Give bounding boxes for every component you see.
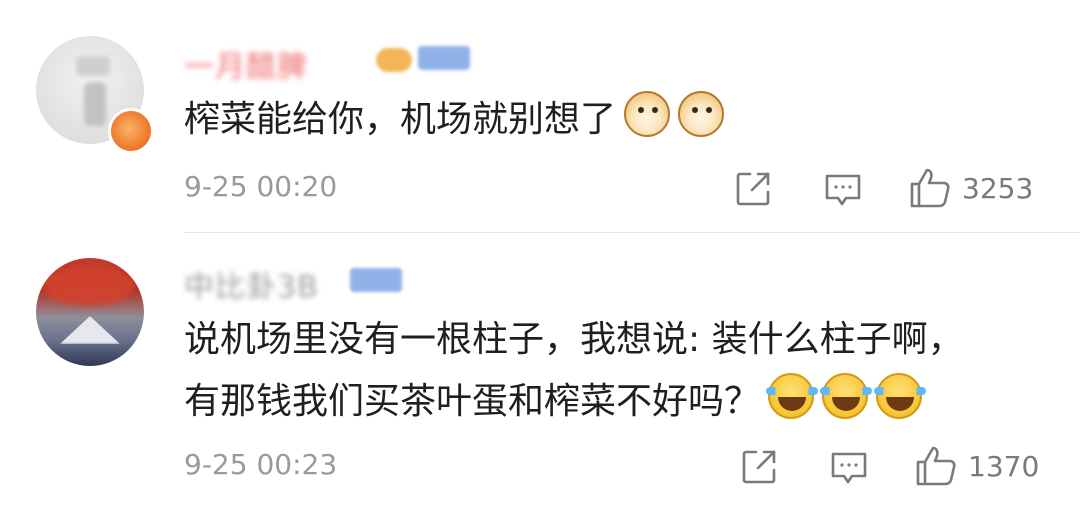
comment-text-content: 榨菜能给你，机场就别想了 [184, 99, 617, 140]
comment-text-line-1: 说机场里没有一根柱子，我想说: 装什么柱子啊， [184, 319, 964, 360]
doge-emoji-icon [624, 91, 671, 137]
comment-item-1: 一月醋脾 榨菜能给你，机场就别想了 9-25 00:20 3253 [0, 0, 1080, 232]
avatar[interactable] [36, 258, 144, 366]
like-count: 1370 [968, 449, 1040, 483]
timestamp: 9-25 00:23 [184, 448, 338, 481]
level-badge-icon [376, 48, 412, 72]
comment-button[interactable] [830, 450, 868, 486]
avatar-badge-icon [108, 108, 154, 154]
laugh-cry-emoji-icon [820, 373, 873, 419]
repost-icon [736, 172, 770, 206]
comment-text-line-2: 有那钱我们买茶叶蛋和榨菜不好吗？ [184, 381, 761, 422]
laugh-cry-emoji-icon [874, 373, 927, 419]
thumbs-up-icon [916, 446, 956, 486]
member-badge-icon [418, 46, 470, 70]
username[interactable]: 中比卦3B [184, 262, 319, 306]
comment-button[interactable] [824, 172, 862, 208]
like-button[interactable]: 3253 [908, 166, 1033, 210]
repost-icon [742, 450, 776, 484]
timestamp: 9-25 00:20 [184, 170, 338, 203]
like-button[interactable]: 1370 [914, 444, 1039, 488]
thumbs-up-icon [910, 168, 950, 208]
comment-item-2: 中比卦3B 说机场里没有一根柱子，我想说: 装什么柱子啊， 有那钱我们买茶叶蛋和… [0, 232, 1080, 510]
comment-icon [831, 452, 867, 484]
member-badge-icon [350, 268, 402, 292]
comment-text: 说机场里没有一根柱子，我想说: 装什么柱子啊， [184, 310, 964, 370]
doge-emoji-icon [678, 91, 725, 137]
comment-text: 有那钱我们买茶叶蛋和榨菜不好吗？ [184, 372, 927, 432]
repost-button[interactable] [740, 448, 778, 486]
username[interactable]: 一月醋脾 [184, 42, 308, 86]
repost-button[interactable] [734, 170, 772, 208]
comment-text: 榨菜能给你，机场就别想了 [184, 90, 725, 150]
comment-icon [825, 174, 861, 206]
laugh-cry-emoji-icon [766, 373, 819, 419]
like-count: 3253 [962, 171, 1034, 205]
